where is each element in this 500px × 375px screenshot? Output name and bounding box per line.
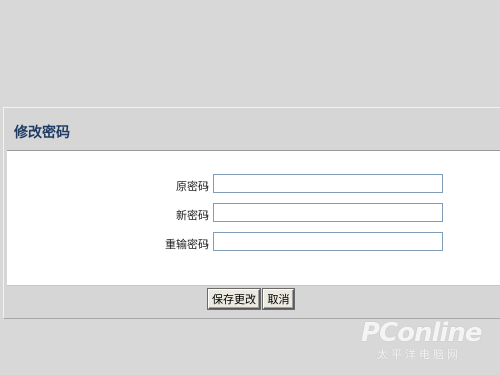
new-password-input[interactable] (213, 203, 443, 222)
password-form: 原密码 : 新密码 : 重输密码 : (7, 150, 500, 286)
confirm-password-input[interactable] (213, 232, 443, 251)
confirm-password-row: 重输密码 : (7, 232, 500, 254)
old-password-row: 原密码 : (7, 174, 500, 196)
panel-title: 修改密码 (14, 125, 70, 141)
change-password-panel: 修改密码 原密码 : 新密码 : 重输密码 : (3, 107, 500, 319)
confirm-password-colon: : (205, 236, 209, 249)
top-blank-area (0, 0, 500, 107)
new-password-colon: : (205, 207, 209, 220)
new-password-row: 新密码 : (7, 203, 500, 225)
confirm-password-label: 重输密码 (165, 238, 209, 251)
old-password-input[interactable] (213, 174, 443, 193)
watermark-brand: PConline (361, 318, 482, 348)
watermark-subtitle: 太平洋电脑网 (377, 348, 461, 361)
save-changes-button[interactable]: 保存更改 (208, 289, 260, 309)
pconline-watermark: PConline 太平洋电脑网 (355, 318, 495, 370)
cancel-button[interactable]: 取消 (263, 289, 294, 309)
old-password-colon: : (205, 178, 209, 191)
